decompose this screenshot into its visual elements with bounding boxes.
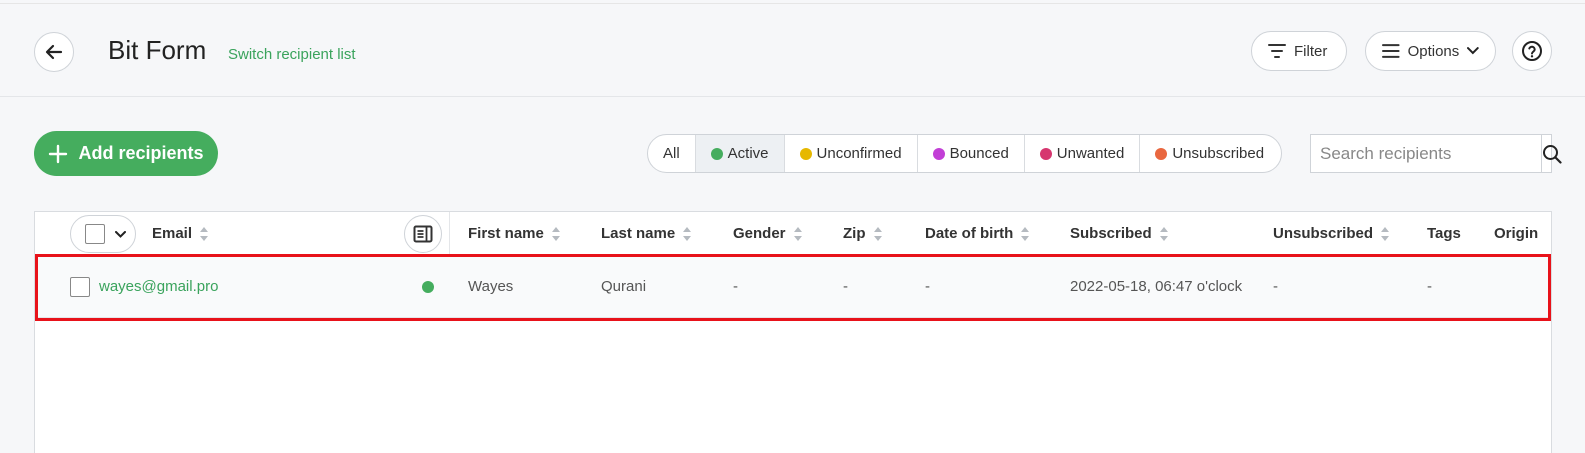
options-label: Options: [1407, 42, 1460, 60]
sort-icon: [683, 226, 692, 241]
table-row[interactable]: wayes@gmail.pro Wayes Qurani - - - 2022-…: [35, 256, 1551, 318]
segment-label: Bounced: [949, 145, 1009, 162]
back-button[interactable]: [34, 32, 74, 72]
search-input[interactable]: [1311, 135, 1541, 172]
options-button[interactable]: Options: [1365, 31, 1496, 71]
cell-last-name: Qurani: [601, 278, 647, 295]
cell-date-of-birth: -: [925, 278, 930, 295]
recipient-email-link[interactable]: wayes@gmail.pro: [99, 278, 218, 295]
column-header-last-name[interactable]: Last name: [601, 225, 692, 242]
filter-button[interactable]: Filter: [1251, 31, 1347, 71]
segment-label: Unconfirmed: [816, 145, 902, 162]
status-filter-segments: All Active Unconfirmed Bounced Unwanted Unsub…: [647, 134, 1283, 173]
unsubscribed-status-dot: [1155, 147, 1168, 160]
segment-bounced[interactable]: Bounced: [918, 135, 1025, 172]
menu-icon: [1382, 44, 1400, 58]
page-title: Bit Form: [108, 35, 207, 65]
segment-label: All: [663, 145, 680, 162]
recipients-table: Email First name Last name Gender Zip Da…: [34, 211, 1552, 453]
column-header-unsubscribed[interactable]: Unsubscribed: [1273, 225, 1390, 242]
row-checkbox[interactable]: [70, 277, 90, 297]
page-header: Bit Form Switch recipient list Filter Op…: [0, 3, 1585, 97]
sort-icon: [551, 226, 561, 241]
add-recipients-button[interactable]: Add recipients: [34, 131, 218, 176]
column-header-date-of-birth[interactable]: Date of birth: [925, 225, 1030, 242]
sort-icon: [200, 226, 209, 241]
sort-icon: [873, 226, 883, 241]
column-header-origin: Origin: [1494, 225, 1539, 242]
chevron-down-icon: [115, 230, 126, 238]
unconfirmed-status-dot: [799, 147, 812, 160]
sort-icon: [1021, 226, 1030, 241]
switch-recipient-list-link[interactable]: Switch recipient list: [228, 46, 356, 63]
segment-all[interactable]: All: [648, 135, 696, 172]
column-settings-button[interactable]: [404, 215, 442, 253]
help-button[interactable]: [1512, 31, 1552, 71]
cell-subscribed: 2022-05-18, 06:47 o'clock: [1070, 278, 1243, 295]
column-header-first-name[interactable]: First name: [468, 225, 561, 242]
bounced-status-dot: [932, 147, 945, 160]
segment-active[interactable]: Active: [695, 135, 785, 172]
active-status-dot: [710, 147, 723, 160]
add-recipients-label: Add recipients: [78, 143, 204, 163]
column-header-subscribed[interactable]: Subscribed: [1070, 225, 1169, 242]
active-status-dot: [422, 281, 434, 293]
segment-label: Active: [727, 145, 769, 162]
select-all-checkbox[interactable]: [85, 224, 105, 244]
filter-icon: [1268, 44, 1286, 58]
cell-unsubscribed: -: [1273, 278, 1278, 295]
search-box: [1310, 134, 1562, 173]
unwanted-status-dot: [1039, 147, 1052, 160]
cell-zip: -: [843, 278, 848, 295]
segment-unsubscribed[interactable]: Unsubscribed: [1140, 135, 1281, 172]
question-icon: [1522, 41, 1542, 61]
chevron-down-icon: [1467, 47, 1479, 55]
select-all-dropdown[interactable]: [70, 215, 136, 253]
segment-label: Unsubscribed: [1172, 145, 1265, 162]
cell-gender: -: [733, 278, 738, 295]
column-header-zip[interactable]: Zip: [843, 225, 883, 242]
column-header-gender[interactable]: Gender: [733, 225, 803, 242]
segment-label: Unwanted: [1056, 145, 1125, 162]
cell-first-name: Wayes: [468, 278, 514, 295]
sort-icon: [793, 226, 803, 241]
search-icon: [1543, 144, 1562, 164]
table-header: Email First name Last name Gender Zip Da…: [35, 212, 1551, 255]
filter-label: Filter: [1294, 42, 1328, 60]
arrow-left-icon: [45, 44, 63, 60]
plus-icon: [49, 144, 68, 163]
search-button[interactable]: [1541, 135, 1562, 172]
column-header-email[interactable]: Email: [152, 225, 209, 242]
sort-icon: [1381, 226, 1390, 241]
sort-icon: [1159, 226, 1169, 241]
segment-unwanted[interactable]: Unwanted: [1025, 135, 1141, 172]
columns-icon: [413, 225, 433, 243]
column-header-tags: Tags: [1427, 225, 1461, 242]
segment-unconfirmed[interactable]: Unconfirmed: [785, 135, 918, 172]
cell-tags: -: [1427, 278, 1432, 295]
